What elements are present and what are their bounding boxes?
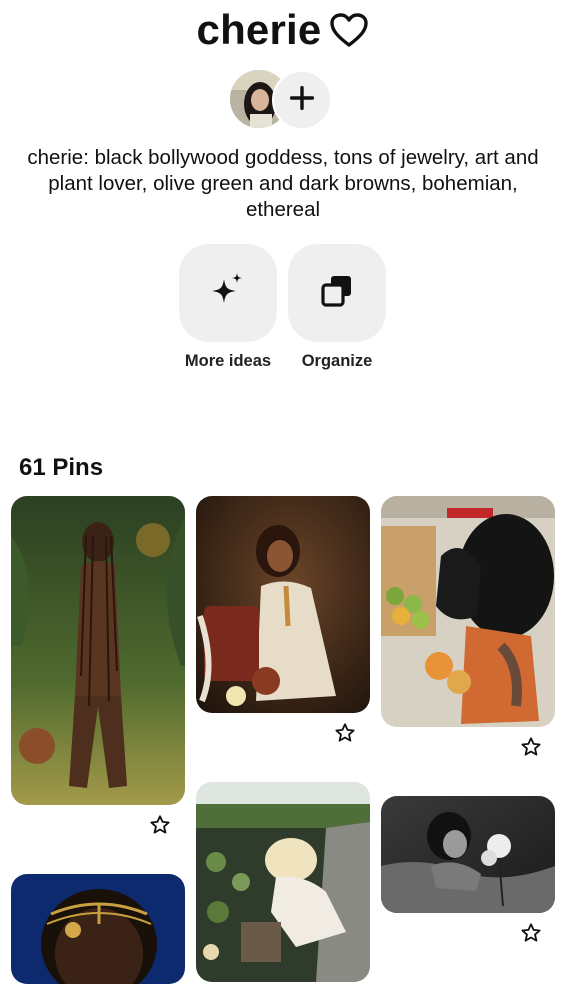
collaborators [230, 70, 334, 132]
add-collaborator-button[interactable] [272, 70, 332, 130]
board-title: cherie [196, 6, 322, 53]
organize-action[interactable]: Organize [288, 244, 386, 371]
board-description: cherie: black bollywood goddess, tons of… [27, 146, 539, 221]
organize-button[interactable] [288, 244, 386, 342]
pin-woman-gold-jewelry-flowers[interactable] [196, 496, 370, 713]
pin-count: 61 Pins [19, 454, 104, 481]
star-outline-icon[interactable] [520, 922, 542, 944]
pin-image [381, 796, 555, 913]
pin-woman-coconuts-jungle[interactable] [11, 496, 185, 805]
star-outline-icon[interactable] [149, 814, 171, 836]
plus-icon [288, 84, 316, 117]
heart-outline-icon [329, 10, 369, 58]
pin-image [11, 496, 185, 805]
more-ideas-action[interactable]: More ideas [179, 244, 277, 371]
star-outline-icon[interactable] [520, 736, 542, 758]
board-title-row: cherie [0, 6, 566, 58]
pin-image [196, 496, 370, 713]
more-ideas-button[interactable] [179, 244, 277, 342]
organize-label: Organize [301, 352, 373, 370]
pin-woman-bw-water-flower[interactable] [381, 796, 555, 913]
pin-woman-lily-pond[interactable] [196, 782, 370, 982]
star-outline-icon[interactable] [334, 722, 356, 744]
organize-icon [319, 273, 355, 314]
pin-image [381, 496, 555, 727]
pin-woman-mangoes-market[interactable] [381, 496, 555, 727]
pin-woman-headpiece-blue[interactable] [11, 874, 185, 984]
sparkle-icon [208, 271, 248, 316]
pin-image [196, 782, 370, 982]
pin-image [11, 874, 185, 984]
